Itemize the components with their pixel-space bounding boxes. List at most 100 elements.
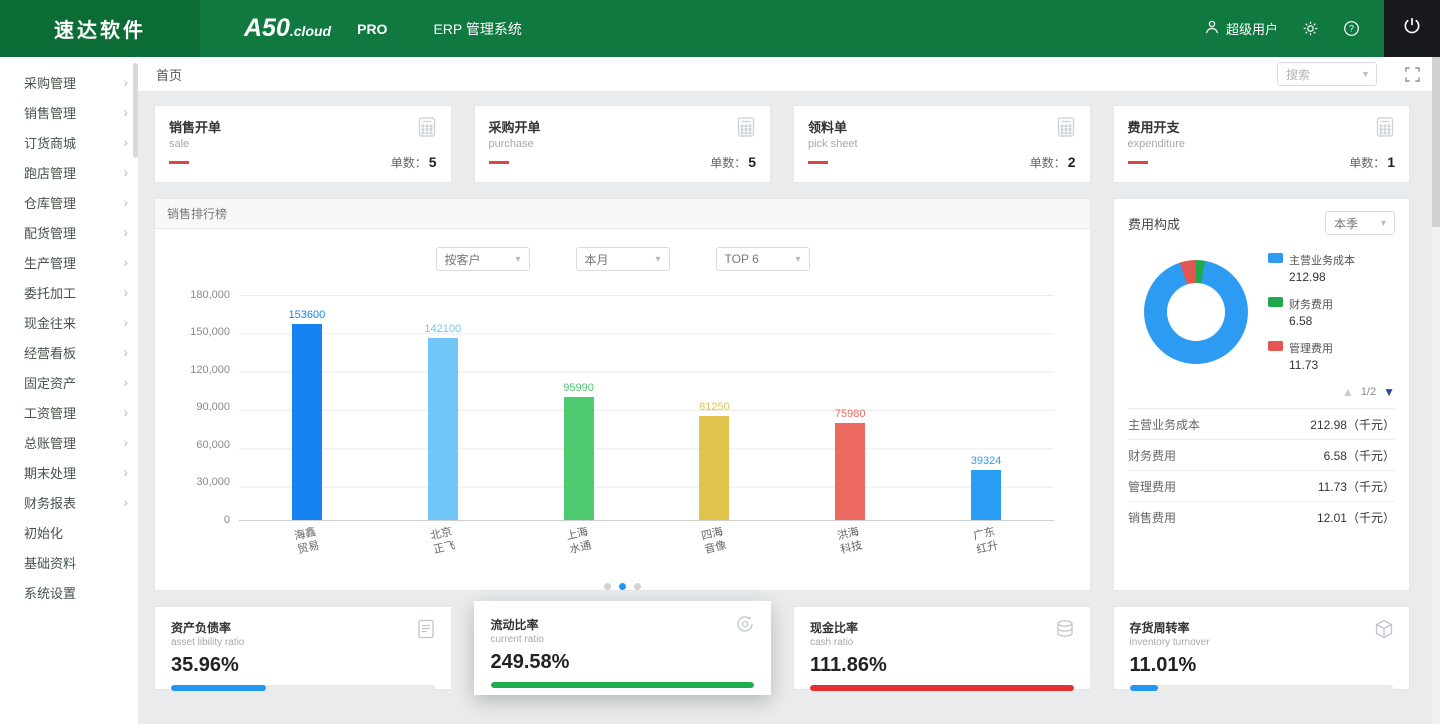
scrollbar-thumb[interactable] xyxy=(1432,57,1440,227)
stat-card-purchase[interactable]: 采购开单 purchase 单数：5 xyxy=(474,105,772,183)
bar-rect xyxy=(699,416,729,520)
bar-guangdong[interactable]: 39324 xyxy=(950,455,1022,520)
legend-swatch xyxy=(1268,253,1283,263)
expense-row[interactable]: 管理费用11.73（千元） xyxy=(1128,470,1395,501)
bar-value-label: 142100 xyxy=(424,323,461,335)
carousel-dot-2-active[interactable] xyxy=(619,583,626,590)
bar-honghai[interactable]: 75980 xyxy=(814,408,886,520)
stat-card-sale[interactable]: 销售开单 sale 单数：5 xyxy=(154,105,452,183)
help-icon[interactable]: ? xyxy=(1343,20,1360,37)
sidebar-item-period-end[interactable]: 期末处理› xyxy=(0,457,138,487)
carousel-dot-3[interactable] xyxy=(634,583,641,590)
sidebar-item-system-settings[interactable]: 系统设置 xyxy=(0,577,138,607)
chevron-down-icon: ▾ xyxy=(1363,69,1368,80)
expense-row[interactable]: 主营业务成本212.98（千元） xyxy=(1128,408,1395,439)
doc-count: 单数：5 xyxy=(710,154,756,171)
expense-rows: 主营业务成本212.98（千元） 财务费用6.58（千元） 管理费用11.73（… xyxy=(1128,408,1395,532)
pager-page: 1/2 xyxy=(1361,386,1376,398)
stat-card-expenditure[interactable]: 费用开支 expenditure 单数：1 xyxy=(1113,105,1411,183)
accent-dash xyxy=(489,161,509,164)
legend-item[interactable]: 主营业务成本212.98 xyxy=(1268,251,1355,284)
pager-up-icon[interactable]: ▲ xyxy=(1342,385,1354,399)
bar-shanghai[interactable]: 95990 xyxy=(543,382,615,520)
logout-power-button[interactable] xyxy=(1384,0,1440,57)
app-header: 速达软件 A50 .cloud PRO ERP 管理系统 超级用户 ? xyxy=(0,0,1440,57)
legend-item[interactable]: 财务费用6.58 xyxy=(1268,295,1355,328)
bar-sihai[interactable]: 81250 xyxy=(678,401,750,520)
period-select[interactable]: 本季▾ xyxy=(1325,211,1395,235)
sales-ranking-panel: 销售排行榜 按客户▾ 本月▾ TOP 6▾ 0 30,000 60,000 90… xyxy=(154,198,1091,591)
carousel-dot-1[interactable] xyxy=(604,583,611,590)
bar-haixin[interactable]: 153600 xyxy=(271,309,343,520)
sidebar-item-warehouse[interactable]: 仓库管理› xyxy=(0,187,138,217)
chevron-right-icon: › xyxy=(123,405,128,419)
header-actions: 超级用户 ? xyxy=(1204,0,1440,57)
sidebar-item-outsourcing[interactable]: 委托加工› xyxy=(0,277,138,307)
sidebar-item-general-ledger[interactable]: 总账管理› xyxy=(0,427,138,457)
expense-row[interactable]: 财务费用6.58（千元） xyxy=(1128,439,1395,470)
calculator-icon xyxy=(1055,116,1077,143)
expense-composition-panel: 费用构成 本季▾ 主营业务成本212.98 财务费用6.5 xyxy=(1113,198,1410,591)
sidebar-item-order-mall[interactable]: 订货商城› xyxy=(0,127,138,157)
sidebar-item-purchase[interactable]: 采购管理› xyxy=(0,67,138,97)
accent-dash xyxy=(169,161,189,164)
legend-item[interactable]: 管理费用11.73 xyxy=(1268,339,1355,372)
chevron-right-icon: › xyxy=(123,345,128,359)
sidebar-item-distribution[interactable]: 配货管理› xyxy=(0,217,138,247)
sidebar-item-business-board[interactable]: 经营看板› xyxy=(0,337,138,367)
expense-row[interactable]: 销售费用12.01（千元） xyxy=(1128,501,1395,532)
sidebar-item-financial-reports[interactable]: 财务报表› xyxy=(0,487,138,517)
y-axis-tick: 150,000 xyxy=(190,326,230,338)
bar-rect xyxy=(292,324,322,520)
sidebar-item-fixed-assets[interactable]: 固定资产› xyxy=(0,367,138,397)
svg-text:?: ? xyxy=(1349,24,1354,34)
stat-cards-row: 销售开单 sale 单数：5 采购开单 purchase xyxy=(154,105,1410,183)
chevron-right-icon: › xyxy=(123,135,128,149)
x-axis-label: 海鑫贸易 xyxy=(269,520,345,563)
chevron-down-icon: ▾ xyxy=(515,254,520,265)
doc-count: 单数：1 xyxy=(1349,154,1395,171)
progress-fill xyxy=(171,685,266,691)
panel-title: 销售排行榜 xyxy=(155,199,1090,229)
sidebar-item-cash[interactable]: 现金往来› xyxy=(0,307,138,337)
user-menu[interactable]: 超级用户 xyxy=(1204,19,1278,38)
sidebar-item-initialization[interactable]: 初始化 xyxy=(0,517,138,547)
kpi-cash-ratio[interactable]: 现金比率 cash ratio 111.86% xyxy=(793,606,1091,690)
accent-dash xyxy=(808,161,828,164)
x-axis-label: 四海音像 xyxy=(676,520,752,563)
stat-card-pick-sheet[interactable]: 领料单 pick sheet 单数：2 xyxy=(793,105,1091,183)
search-input[interactable]: 搜索 ▾ xyxy=(1277,62,1377,86)
sidebar-item-store-run[interactable]: 跑店管理› xyxy=(0,157,138,187)
bar-rect xyxy=(971,470,1001,520)
product-brand: A50 .cloud xyxy=(244,14,331,43)
filter-by-customer-select[interactable]: 按客户▾ xyxy=(436,247,530,271)
y-axis-tick: 90,000 xyxy=(196,401,230,413)
breadcrumb-bar: 首页 搜索 ▾ xyxy=(138,57,1440,91)
breadcrumb-home-tab[interactable]: 首页 xyxy=(156,65,182,84)
fullscreen-icon[interactable] xyxy=(1405,67,1420,82)
filter-top-n-select[interactable]: TOP 6▾ xyxy=(716,247,810,271)
chevron-right-icon: › xyxy=(123,165,128,179)
x-axis-labels: 海鑫贸易 北京正飞 上海水通 四海音像 洪海科技 广东红升 xyxy=(239,528,1054,556)
sidebar-item-sales[interactable]: 销售管理› xyxy=(0,97,138,127)
kpi-current-ratio[interactable]: 流动比率 current ratio 249.58% xyxy=(474,601,772,695)
sidebar-item-base-data[interactable]: 基础资料 xyxy=(0,547,138,577)
x-axis-label: 广东红升 xyxy=(948,520,1024,563)
sidebar-item-production[interactable]: 生产管理› xyxy=(0,247,138,277)
page-scrollbar[interactable] xyxy=(1432,57,1440,724)
filter-period-select[interactable]: 本月▾ xyxy=(576,247,670,271)
kpi-cards-row: 资产负债率 asset libility ratio 35.96% 流动比率 c… xyxy=(154,606,1410,700)
settings-gear-icon[interactable] xyxy=(1302,20,1319,37)
progress-track xyxy=(1130,685,1394,691)
pager-down-icon[interactable]: ▼ xyxy=(1383,385,1395,399)
chevron-down-icon: ▾ xyxy=(655,254,660,265)
chevron-right-icon: › xyxy=(123,195,128,209)
bar-beijing[interactable]: 142100 xyxy=(407,323,479,520)
kpi-inventory-turnover[interactable]: 存货周转率 inventory turnover 11.01% xyxy=(1113,606,1411,690)
chevron-right-icon: › xyxy=(123,435,128,449)
chevron-right-icon: › xyxy=(123,225,128,239)
kpi-asset-liability-ratio[interactable]: 资产负债率 asset libility ratio 35.96% xyxy=(154,606,452,690)
chevron-right-icon: › xyxy=(123,105,128,119)
sidebar-item-payroll[interactable]: 工资管理› xyxy=(0,397,138,427)
bar-rect xyxy=(835,423,865,520)
